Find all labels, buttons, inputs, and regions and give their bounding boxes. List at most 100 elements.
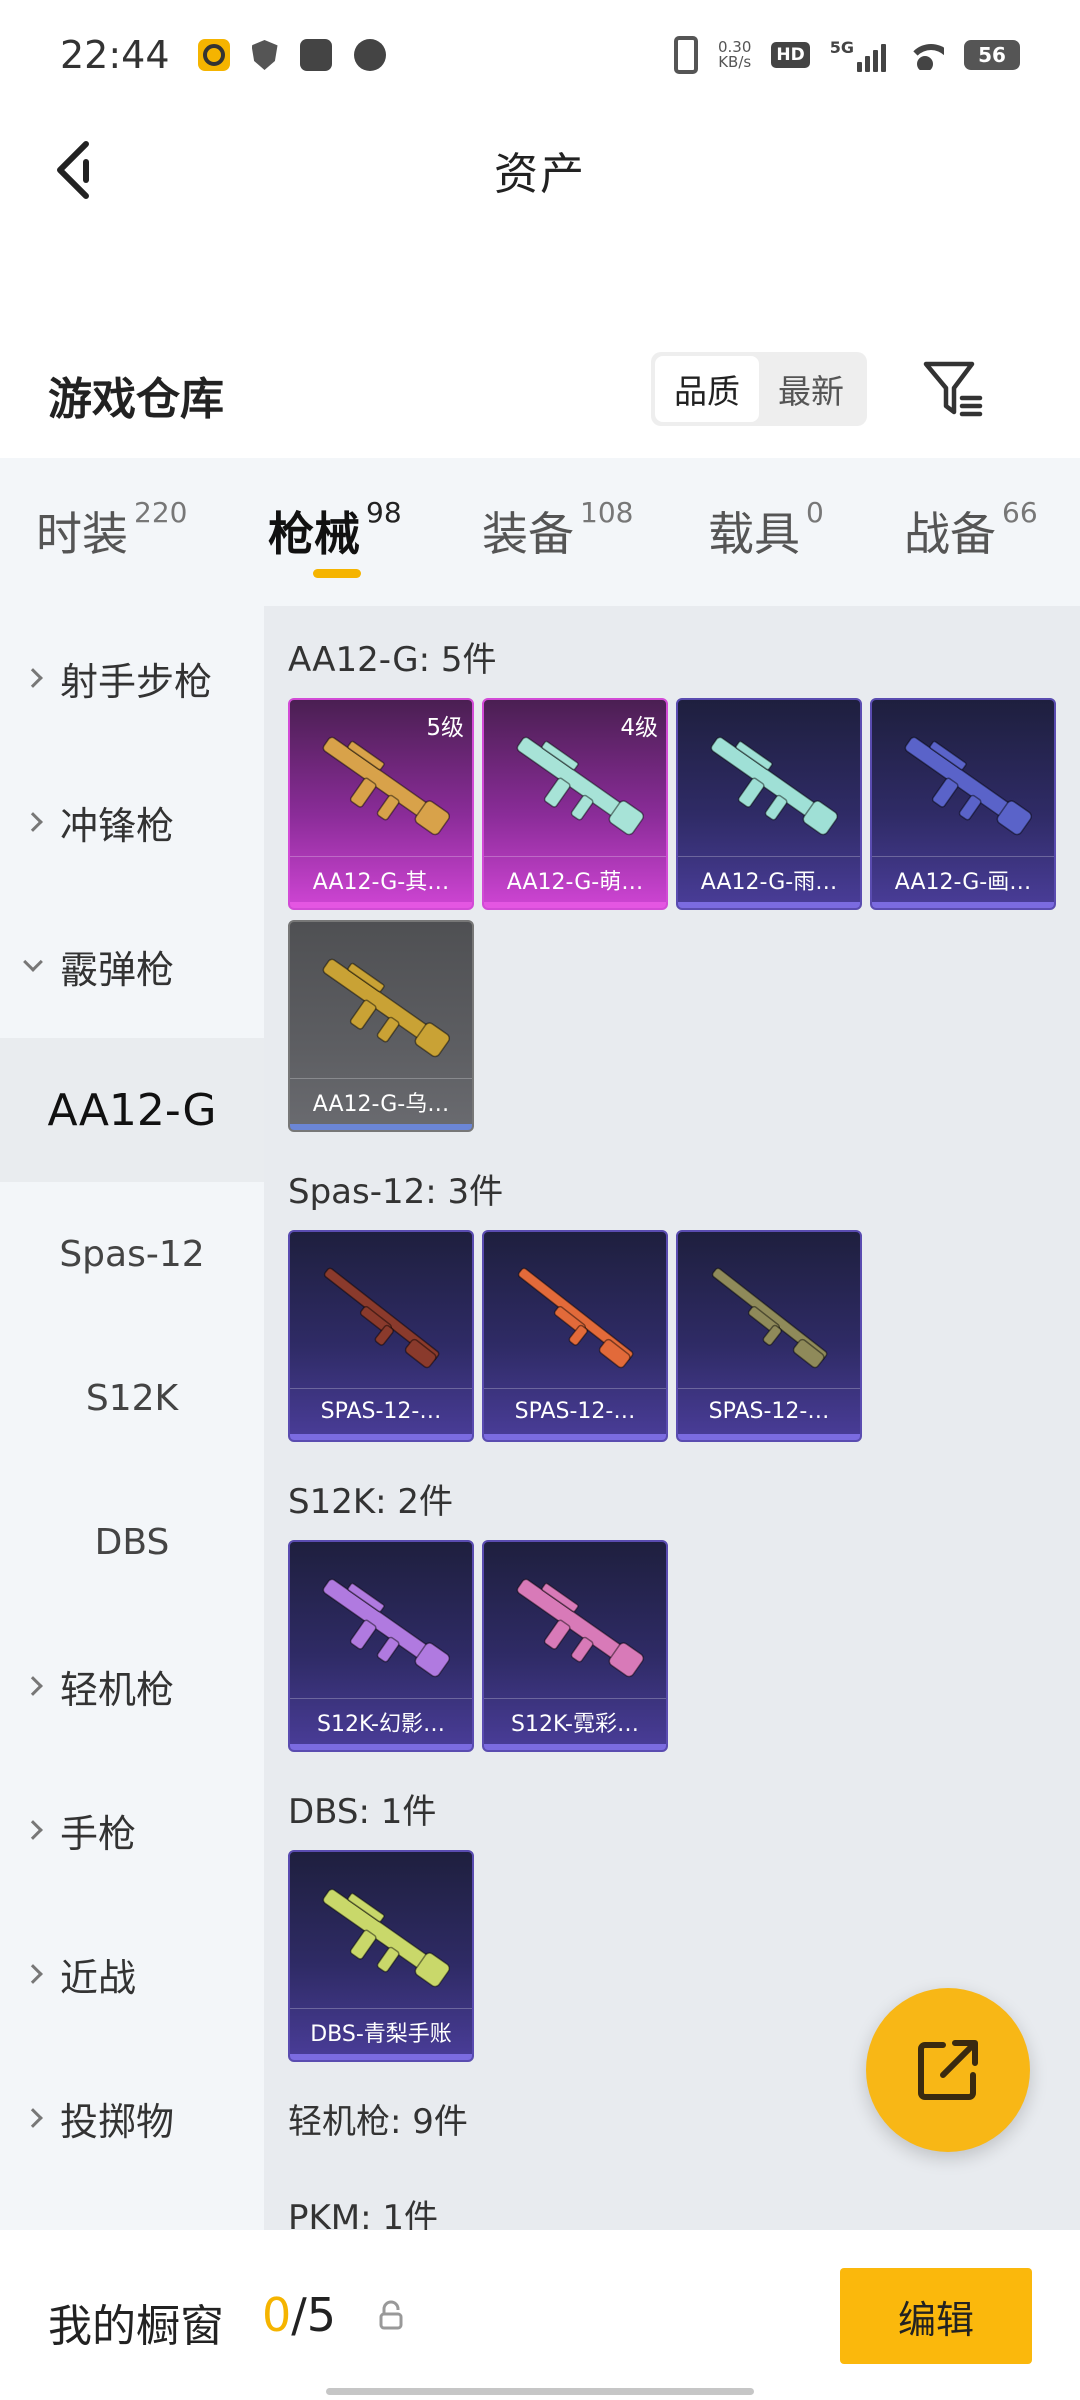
home-indicator <box>326 2388 754 2395</box>
gun-skin-image <box>711 1267 828 1369</box>
gun-part <box>931 777 959 808</box>
rarity-stripe <box>484 902 666 908</box>
chevron-right-icon <box>23 1676 43 1696</box>
tab-firearms[interactable]: 枪械 98 <box>268 496 402 564</box>
chevron-down-icon <box>23 952 43 972</box>
wifi-icon <box>906 40 944 70</box>
sort-latest-button[interactable]: 最新 <box>759 356 863 422</box>
skin-level: 5级 <box>426 715 464 741</box>
sort-toggle: 品质 最新 <box>651 352 867 426</box>
status-right: 0.30 KB/s HD 5G 56 <box>673 36 1020 74</box>
tab-count: 108 <box>580 496 634 529</box>
share-button[interactable] <box>866 1988 1030 2152</box>
shield-icon <box>251 40 278 70</box>
tab-supplies[interactable]: 战备 66 <box>904 496 1038 564</box>
showcase-total: /5 <box>291 2288 337 2342</box>
skin-card[interactable]: S12K-幻影… <box>288 1540 474 1752</box>
skin-card[interactable]: SPAS-12-… <box>676 1230 862 1442</box>
nav-throwable[interactable]: 投掷物 <box>0 2046 264 2190</box>
filter-icon[interactable] <box>920 356 986 422</box>
skin-name: SPAS-12-… <box>290 1388 472 1434</box>
gun-part <box>349 1619 377 1650</box>
skin-card[interactable]: 5级 AA12-G-其… <box>288 698 474 910</box>
nav-label: Spas-12 <box>59 1233 205 1275</box>
chevron-right-icon <box>23 1964 43 1984</box>
skin-card[interactable]: SPAS-12-… <box>482 1230 668 1442</box>
skin-card[interactable]: 4级 AA12-G-萌… <box>482 698 668 910</box>
gun-part <box>570 1636 594 1663</box>
nav-sub-s12k[interactable]: S12K <box>0 1326 264 1470</box>
skin-name: AA12-G-雨… <box>678 856 860 902</box>
tab-count: 0 <box>806 496 824 529</box>
gun-part <box>349 999 377 1030</box>
weapon-category-nav: 射手步枪 冲锋枪 霰弹枪 AA12-G Spas-12 S12K DBS 轻机枪… <box>0 606 264 2230</box>
rarity-stripe <box>484 1744 666 1750</box>
tab-count: 98 <box>366 496 402 529</box>
tab-vehicles[interactable]: 载具 0 <box>708 496 824 564</box>
header: 资产 <box>0 110 1080 230</box>
showcase-count: 0/5 <box>262 2288 336 2342</box>
gun-part <box>349 1929 377 1960</box>
group-title: DBS: 1件 <box>288 1792 437 1832</box>
tab-label: 载具 <box>708 507 800 561</box>
gun-skin-image <box>322 1888 451 1988</box>
skin-name: AA12-G-其… <box>290 856 472 902</box>
gun-skin-image <box>323 1267 440 1369</box>
gun-skin-image <box>322 1578 451 1678</box>
skin-card[interactable]: AA12-G-雨… <box>676 698 862 910</box>
nav-label: S12K <box>85 1377 179 1419</box>
showcase-current: 0 <box>262 2288 292 2342</box>
tab-equipment[interactable]: 装备 108 <box>482 496 634 564</box>
nav-label: 近战 <box>60 1955 137 2000</box>
group-title: 轻机枪: 9件 <box>288 2102 468 2142</box>
tab-fashion[interactable]: 时装 220 <box>36 496 187 564</box>
hd-icon: HD <box>771 42 810 68</box>
nav-label: 轻机枪 <box>60 1667 175 1712</box>
nav-pistol[interactable]: 手枪 <box>0 1758 264 1902</box>
gun-part <box>376 1946 400 1973</box>
nav-smg[interactable]: 冲锋枪 <box>0 750 264 894</box>
chevron-right-icon <box>23 1820 43 1840</box>
rarity-stripe <box>290 1434 472 1440</box>
vibrate-icon <box>673 36 698 74</box>
chevron-right-icon <box>23 2108 43 2128</box>
gun-part <box>349 777 377 808</box>
skin-card[interactable]: AA12-G-乌… <box>288 920 474 1132</box>
rarity-stripe <box>290 902 472 908</box>
gun-part <box>543 1619 571 1650</box>
group-title: Spas-12: 3件 <box>288 1172 504 1212</box>
skin-name: S12K-霓彩… <box>484 1698 666 1744</box>
nav-lmg[interactable]: 轻机枪 <box>0 1614 264 1758</box>
skin-name: SPAS-12-… <box>484 1388 666 1434</box>
skin-name: SPAS-12-… <box>678 1388 860 1434</box>
skin-card[interactable]: DBS-青梨手账 <box>288 1850 474 2062</box>
skin-name: AA12-G-画… <box>872 856 1054 902</box>
nav-melee[interactable]: 近战 <box>0 1902 264 2046</box>
gun-part <box>570 794 594 821</box>
app-notification-icon <box>197 39 230 71</box>
gun-part <box>376 1636 400 1663</box>
rarity-stripe <box>678 902 860 908</box>
sort-quality-button[interactable]: 品质 <box>655 356 759 422</box>
nav-label: 投掷物 <box>60 2099 175 2144</box>
nav-sub-dbs[interactable]: DBS <box>0 1470 264 1614</box>
tab-count: 66 <box>1002 496 1038 529</box>
nav-sub-aa12g[interactable]: AA12-G <box>0 1038 264 1182</box>
nav-sub-spas12[interactable]: Spas-12 <box>0 1182 264 1326</box>
network-type: 5G <box>829 38 854 57</box>
external-link-icon <box>918 2040 978 2100</box>
nav-label: AA12-G <box>47 1084 217 1136</box>
nav-marksman-rifle[interactable]: 射手步枪 <box>0 606 264 750</box>
showcase-bar: 我的橱窗 0/5 编辑 <box>0 2230 1080 2400</box>
skin-card[interactable]: SPAS-12-… <box>288 1230 474 1442</box>
group-title: AA12-G: 5件 <box>288 640 497 680</box>
showcase-title: 我的橱窗 <box>48 2301 224 2352</box>
gun-part <box>737 777 765 808</box>
skin-level: 4级 <box>620 715 658 741</box>
nav-shotgun[interactable]: 霰弹枪 <box>0 894 264 1038</box>
skin-card[interactable]: AA12-G-画… <box>870 698 1056 910</box>
back-icon[interactable] <box>44 140 104 200</box>
skin-card[interactable]: S12K-霓彩… <box>482 1540 668 1752</box>
lock-icon <box>379 2300 403 2330</box>
edit-button[interactable]: 编辑 <box>840 2268 1032 2364</box>
